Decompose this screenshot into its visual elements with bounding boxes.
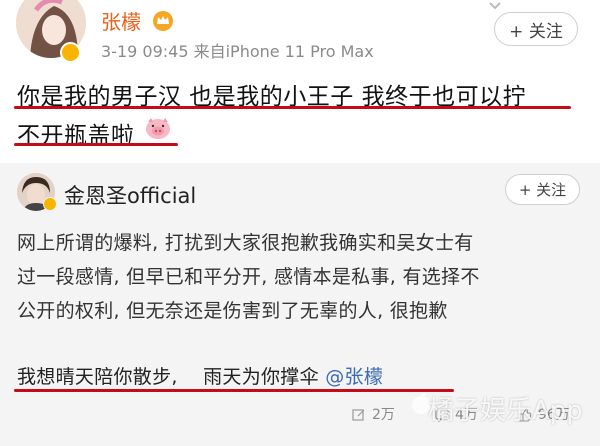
- repost-text-line: 公开的权利, 但无奈还是伤害到了无辜的人, 很抱歉: [17, 300, 448, 322]
- repost-author-name[interactable]: 金恩圣official: [64, 180, 196, 210]
- verified-icon: [60, 42, 81, 63]
- post-text-line: 你是我的男子汉 也是我的小王子 我终于也可以拧: [17, 84, 527, 110]
- verified-icon: [43, 197, 57, 211]
- crown-icon: [152, 10, 174, 31]
- repost-text-line: 网上所谓的爆料, 打扰到大家很抱歉我确实和吴女士有: [17, 232, 474, 254]
- underline-mark: [14, 106, 571, 109]
- underline-mark: [14, 389, 454, 392]
- repost-text: 网上所谓的爆料, 打扰到大家很抱歉我确实和吴女士有 过一段感情, 但早已和平分开…: [17, 226, 587, 328]
- pig-emoji-icon: [145, 117, 171, 139]
- repost-text-segment: 我想晴天陪你散步, 雨天为你撑伞: [17, 366, 326, 388]
- follow-button[interactable]: + 关注: [494, 12, 578, 46]
- repost-icon[interactable]: [352, 407, 366, 421]
- repost-text-line: 过一段感情, 但早已和平分开, 感情本是私事, 有选择不: [17, 266, 480, 288]
- post-text-line: 不开瓶盖啦: [17, 123, 135, 149]
- chevron-down-icon[interactable]: [488, 0, 502, 10]
- underline-mark: [14, 143, 178, 146]
- post-author-name[interactable]: 张檬: [101, 6, 141, 35]
- repost-count[interactable]: 2万: [372, 404, 395, 424]
- watermark: 橘子娱乐App: [428, 396, 583, 426]
- mention-link[interactable]: @张檬: [325, 366, 383, 388]
- follow-button[interactable]: + 关注: [505, 174, 580, 205]
- post-meta: 3-19 09:45 来自iPhone 11 Pro Max: [101, 42, 374, 61]
- repost-text-line: 我想晴天陪你散步, 雨天为你撑伞 @张檬: [17, 362, 383, 389]
